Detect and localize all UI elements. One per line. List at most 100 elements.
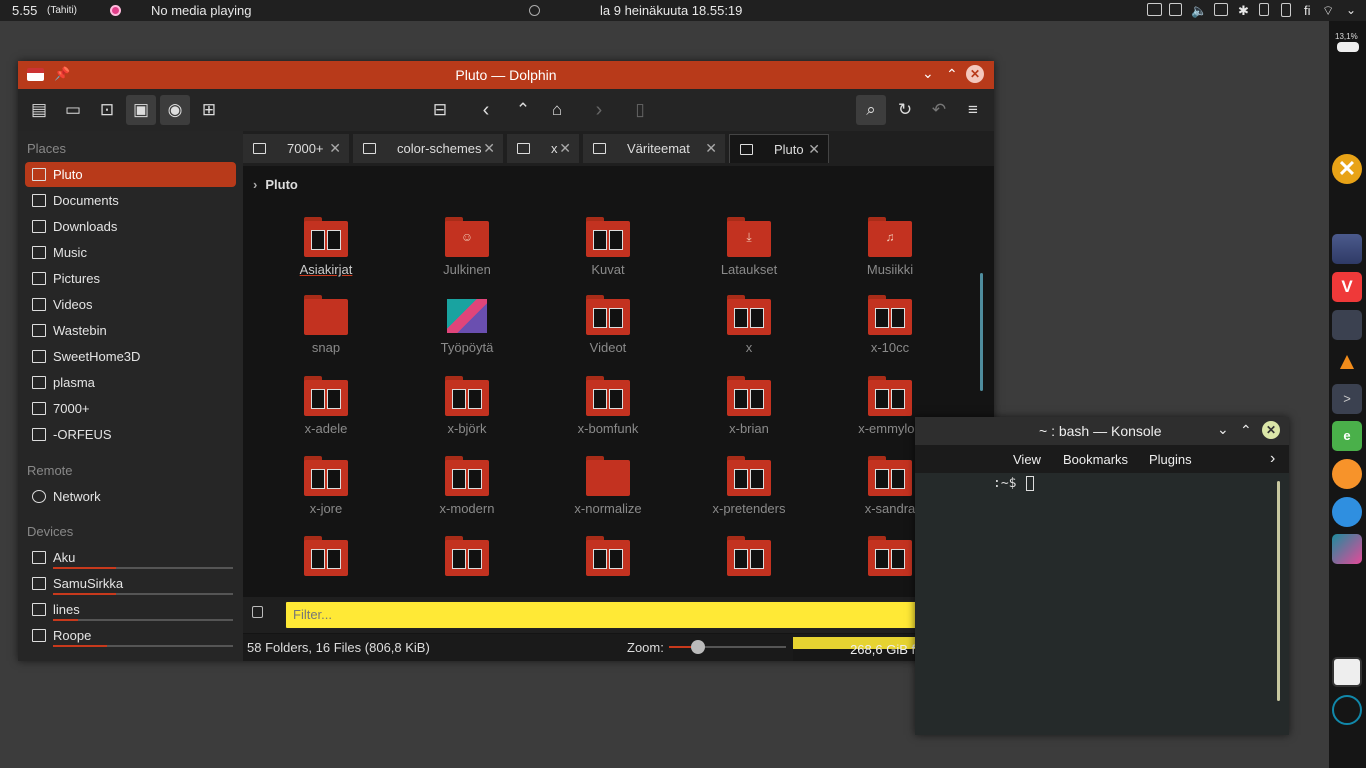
orange-icon[interactable] [1332, 459, 1362, 489]
place-7000[interactable]: 7000+ [25, 396, 236, 421]
terminal-scrollbar[interactable] [1277, 481, 1280, 701]
weather-temp[interactable]: 5.55 [12, 3, 37, 18]
forward-icon[interactable]: › [584, 95, 614, 125]
place-sweethome3d[interactable]: SweetHome3D [25, 344, 236, 369]
place-wastebin[interactable]: Wastebin [25, 318, 236, 343]
folder-item[interactable]: Videot [548, 281, 668, 355]
reload-icon[interactable]: ↻ [890, 95, 920, 125]
display-icon[interactable] [1214, 3, 1228, 16]
system-monitor-icon[interactable] [1332, 695, 1362, 725]
tab-color-schemes[interactable]: color-schemes ✕ [353, 134, 503, 163]
volume-icon[interactable]: 🔈 [1191, 3, 1207, 19]
close-tab-icon[interactable]: ✕ [483, 134, 495, 163]
place-orfeus[interactable]: -ORFEUS [25, 422, 236, 447]
panels-icon[interactable]: ▤ [24, 95, 54, 125]
maximize-icon[interactable]: ⌃ [1240, 422, 1252, 439]
play-icon[interactable] [529, 5, 540, 16]
folder-item[interactable]: x-adele [266, 362, 386, 436]
folder-item[interactable] [407, 522, 527, 593]
device-lines[interactable]: lines [25, 597, 236, 622]
hidden-files-icon[interactable]: ◉ [160, 95, 190, 125]
terminal-area[interactable]: :~$ [915, 473, 1289, 735]
xfce-close-icon[interactable]: ✕ [1332, 154, 1362, 184]
battery-icon[interactable] [1281, 3, 1291, 17]
home-nav-icon[interactable]: ⌂ [542, 95, 572, 125]
bluetooth-icon[interactable]: ✱ [1238, 3, 1249, 19]
folder-item[interactable]: x-normalize [548, 442, 668, 516]
device-roope[interactable]: Roope [25, 623, 236, 648]
hamburger-menu-icon[interactable]: ≡ [958, 95, 988, 125]
place-documents[interactable]: Documents [25, 188, 236, 213]
close-tab-icon[interactable]: ✕ [559, 134, 571, 163]
preview-icon[interactable]: ▣ [126, 95, 156, 125]
filter-input[interactable]: Filter... [285, 601, 953, 629]
menu-bookmarks[interactable]: Bookmarks [1063, 452, 1128, 467]
breadcrumb-item[interactable]: Pluto [265, 177, 298, 192]
place-network[interactable]: Network [25, 484, 236, 509]
folder-item[interactable]: ☺ Julkinen [407, 203, 527, 277]
close-tab-icon[interactable]: ✕ [705, 134, 717, 163]
folder-item[interactable] [548, 522, 668, 593]
tab-pluto[interactable]: Pluto ✕ [729, 134, 829, 163]
folder-item[interactable] [266, 522, 386, 593]
close-tab-icon[interactable]: ✕ [808, 135, 820, 164]
folder-item[interactable]: ♫ Musiikki [830, 203, 950, 277]
dolphin-titlebar[interactable]: 📌 Pluto — Dolphin ⌄ ⌃ ✕ [18, 61, 994, 89]
up-icon[interactable]: ⌃ [508, 95, 538, 125]
tab-x[interactable]: x ✕ [507, 134, 579, 163]
minimize-icon[interactable]: ⌄ [922, 65, 934, 82]
folder-item[interactable]: snap [266, 281, 386, 355]
clipboard-icon[interactable] [1169, 3, 1182, 16]
place-videos[interactable]: Videos [25, 292, 236, 317]
chevron-right-icon[interactable]: › [1270, 450, 1275, 468]
folder-item[interactable] [689, 522, 809, 593]
konsole-titlebar[interactable]: ~ : bash — Konsole ⌄ ⌃ ✕ [915, 417, 1289, 445]
close-icon[interactable]: ✕ [966, 65, 984, 83]
menu-view[interactable]: View [1013, 452, 1041, 467]
place-pictures[interactable]: Pictures [25, 266, 236, 291]
folder-item[interactable]: x-10cc [830, 281, 950, 355]
tab-7000-[interactable]: 7000+ ✕ [243, 134, 349, 163]
breadcrumb[interactable]: › Pluto [243, 173, 298, 197]
folder-item[interactable]: ⤓ Lataukset [689, 203, 809, 277]
scrollbar-thumb[interactable] [980, 273, 983, 391]
place-plasma[interactable]: plasma [25, 370, 236, 395]
folder-item[interactable]: x-bomfunk [548, 362, 668, 436]
maximize-icon[interactable]: ⌃ [946, 66, 958, 83]
folder-item[interactable]: x-brian [689, 362, 809, 436]
split-view-icon[interactable]: ⊟ [425, 95, 455, 125]
place-pluto[interactable]: Pluto [25, 162, 236, 187]
dolphin-icon[interactable] [1332, 234, 1362, 264]
back-icon[interactable]: ‹ [471, 95, 501, 125]
minimize-icon[interactable]: ⌄ [1217, 421, 1229, 438]
vivaldi-icon[interactable]: V [1332, 272, 1362, 302]
close-tab-icon[interactable]: ✕ [329, 134, 341, 163]
kstars-icon[interactable] [1332, 497, 1362, 527]
kdenlive-icon[interactable] [1332, 534, 1362, 564]
notes-icon[interactable] [1332, 657, 1362, 687]
folder-item[interactable]: x [689, 281, 809, 355]
place-downloads[interactable]: Downloads [25, 214, 236, 239]
mixer-icon[interactable] [1332, 310, 1362, 340]
place-music[interactable]: Music [25, 240, 236, 265]
folder-item[interactable]: x-pretenders [689, 442, 809, 516]
new-window-icon[interactable]: ⊡ [92, 95, 122, 125]
panel-menu-icon[interactable]: ⌄ [1346, 3, 1356, 17]
media-player-icon[interactable] [110, 5, 121, 16]
terminal-icon[interactable]: ▭ [58, 95, 88, 125]
search-icon[interactable]: ⌕ [856, 95, 886, 125]
konsole-icon[interactable]: > [1332, 384, 1362, 414]
menu-plugins[interactable]: Plugins [1149, 452, 1192, 467]
folder-item[interactable]: x-modern [407, 442, 527, 516]
close-icon[interactable]: ✕ [1262, 421, 1280, 439]
folder-item[interactable]: x-björk [407, 362, 527, 436]
delete-icon[interactable]: ▯ [625, 95, 655, 125]
wifi-icon[interactable]: ⌔ [1322, 3, 1334, 19]
media-label[interactable]: No media playing [151, 3, 251, 18]
new-tab-icon[interactable]: ⊞ [194, 95, 224, 125]
vlc-icon[interactable]: ▲ [1332, 347, 1362, 377]
lock-icon[interactable] [1259, 3, 1269, 16]
tab-väriteemat[interactable]: Väriteemat ✕ [583, 134, 725, 163]
network-manager-icon[interactable] [1147, 3, 1162, 16]
folder-item[interactable]: Asiakirjat [266, 203, 386, 277]
